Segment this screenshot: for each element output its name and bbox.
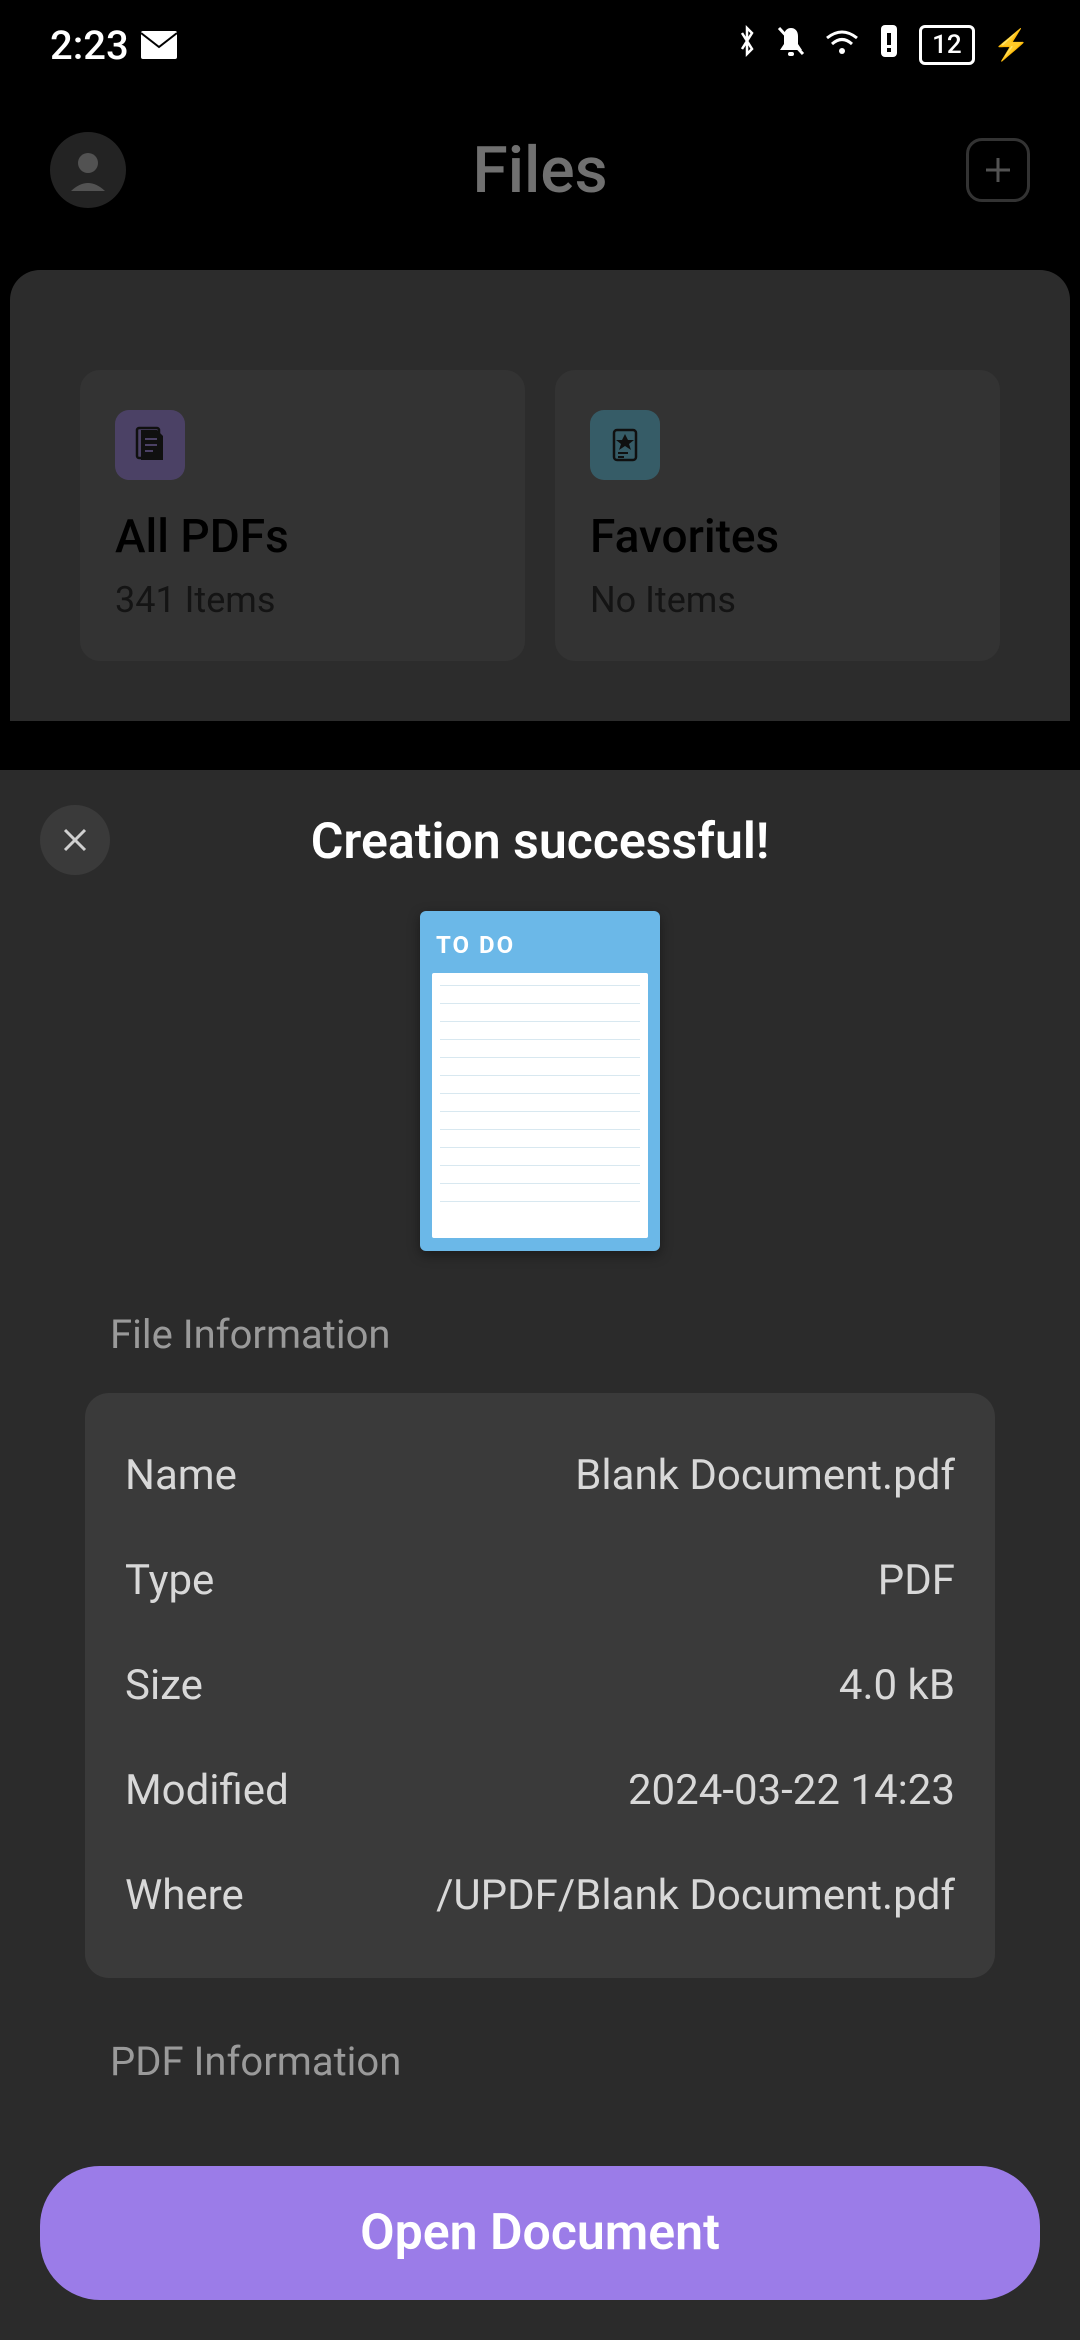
card-subtitle: No Items [590,579,965,621]
status-left: 2:23 [50,22,177,69]
status-right: 12 ⚡ [737,24,1030,66]
avatar[interactable] [50,132,126,208]
wifi-icon [825,26,859,64]
preview-label: TO DO [432,923,648,973]
status-time: 2:23 [50,22,129,69]
info-label: Where [125,1871,244,1920]
info-label: Modified [125,1766,289,1815]
card-subtitle: 341 Items [115,579,490,621]
charging-icon: ⚡ [993,28,1030,63]
info-value: Blank Document.pdf [575,1451,955,1500]
close-button[interactable] [40,805,110,875]
info-row-type: Type PDF [125,1528,955,1633]
add-button[interactable] [966,138,1030,202]
card-title: All PDFs [115,510,490,564]
card-favorites[interactable]: Favorites No Items [555,370,1000,661]
document-preview: TO DO [420,911,660,1251]
pdf-info-label: PDF Information [110,2038,1040,2085]
warning-icon [877,25,901,65]
modal-title: Creation successful! [40,805,1040,871]
mail-icon [141,22,177,69]
info-value: /UPDF/Blank Document.pdf [436,1871,955,1920]
notification-off-icon [775,24,807,66]
battery-icon: 12 [919,25,975,65]
favorites-icon [590,410,660,480]
info-row-where: Where /UPDF/Blank Document.pdf [125,1843,955,1948]
info-label: Type [125,1556,214,1605]
info-row-modified: Modified 2024-03-22 14:23 [125,1738,955,1843]
open-document-button[interactable]: Open Document [40,2166,1040,2300]
card-all-pdfs[interactable]: All PDFs 341 Items [80,370,525,661]
status-bar: 2:23 12 ⚡ [0,0,1080,90]
info-value: PDF [878,1556,955,1605]
file-info-box: Name Blank Document.pdf Type PDF Size 4.… [85,1393,995,1978]
info-label: Size [125,1661,203,1710]
cards-container: All PDFs 341 Items Favorites No Items [10,270,1070,721]
info-value: 4.0 kB [839,1661,955,1710]
info-value: 2024-03-22 14:23 [628,1766,955,1815]
app-header: Files [0,90,1080,250]
file-info-label: File Information [110,1311,1040,1358]
card-title: Favorites [590,510,965,564]
creation-modal: Creation successful! TO DO File Informat… [0,770,1080,2340]
info-label: Name [125,1451,237,1500]
page-title: Files [472,133,607,208]
bluetooth-icon [737,24,757,66]
preview-body [432,973,648,1238]
info-row-name: Name Blank Document.pdf [125,1423,955,1528]
document-icon [115,410,185,480]
info-row-size: Size 4.0 kB [125,1633,955,1738]
